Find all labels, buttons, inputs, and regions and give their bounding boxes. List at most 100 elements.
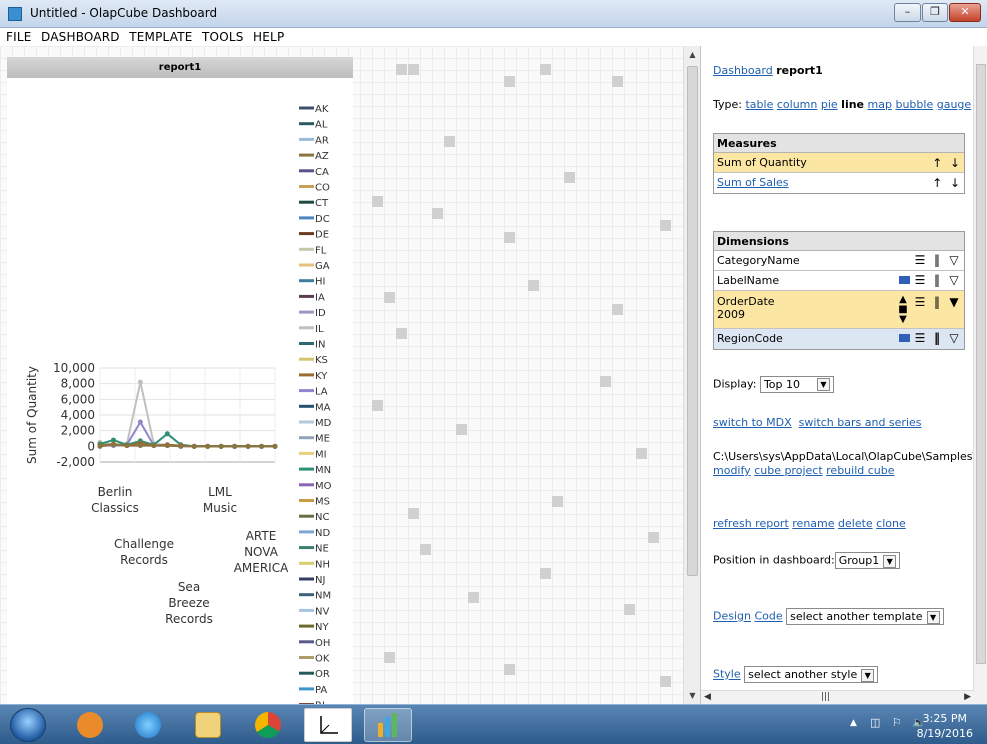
- dimension-row[interactable]: OrderDate 2009 ▲ ■ ▼ ☰ ‖ ▼: [714, 291, 964, 329]
- data-point: [191, 443, 197, 449]
- action-center-icon[interactable]: ⚐: [892, 716, 902, 729]
- menu-file[interactable]: FILE: [6, 28, 32, 46]
- columns-icon[interactable]: ‖: [930, 295, 944, 309]
- move-down-icon[interactable]: ↓: [950, 176, 960, 190]
- position-setting: Position in dashboard: Group1 ▼: [713, 552, 901, 569]
- scroll-up-icon[interactable]: ▲: [684, 46, 701, 63]
- axis-app-icon[interactable]: [304, 708, 352, 742]
- chevron-down-icon[interactable]: ▼: [816, 378, 830, 391]
- rename-link[interactable]: rename: [792, 517, 834, 530]
- template-select[interactable]: select another template ▼: [786, 608, 944, 625]
- data-point: [218, 443, 224, 449]
- scroll-right-icon[interactable]: ▶: [964, 692, 971, 702]
- dimension-row[interactable]: LabelName ☰ ‖ ▽: [714, 271, 964, 291]
- rows-icon[interactable]: ☰: [913, 331, 927, 345]
- spin-icon[interactable]: ▲ ■ ▼: [896, 295, 910, 325]
- report-title[interactable]: report1: [7, 57, 353, 78]
- chart-type-bubble[interactable]: bubble: [895, 98, 933, 111]
- clock[interactable]: 3:25 PM 8/19/2016: [917, 711, 973, 741]
- menu-help[interactable]: HELP: [253, 28, 284, 46]
- chart-type-line[interactable]: line: [841, 98, 864, 111]
- code-link[interactable]: Code: [754, 610, 782, 623]
- chevron-down-icon[interactable]: ▼: [926, 610, 940, 624]
- canvas-grid-cell: [408, 508, 419, 519]
- chart-type-column[interactable]: column: [777, 98, 818, 111]
- dimension-row[interactable]: CategoryName ☰ ‖ ▽: [714, 251, 964, 271]
- close-button[interactable]: ✕: [949, 3, 981, 22]
- scroll-thumb[interactable]: [976, 64, 986, 664]
- columns-icon[interactable]: ‖: [930, 331, 944, 345]
- move-up-icon[interactable]: ↑: [932, 176, 942, 190]
- move-down-icon[interactable]: ↓: [950, 156, 960, 170]
- chart-type-gauge[interactable]: gauge: [937, 98, 971, 111]
- media-player-icon[interactable]: [66, 708, 114, 742]
- modify-link[interactable]: modify: [713, 464, 751, 477]
- measure-row[interactable]: Sum of Sales ↑ ↓: [714, 173, 964, 193]
- delete-link[interactable]: delete: [838, 517, 873, 530]
- filter-icon[interactable]: ▽: [947, 331, 961, 345]
- menu-template[interactable]: TEMPLATE: [129, 28, 192, 46]
- scroll-down-icon[interactable]: ▼: [684, 687, 701, 704]
- measures-title: Measures: [714, 134, 964, 153]
- switch-bars-link[interactable]: switch bars and series: [799, 416, 922, 429]
- measure-row[interactable]: Sum of Quantity ↑ ↓: [714, 153, 964, 173]
- design-link[interactable]: Design: [713, 610, 751, 623]
- columns-icon[interactable]: ‖: [930, 253, 944, 267]
- chart-type-selector: Type: table column pie line map bubble g…: [713, 98, 971, 111]
- filter-icon[interactable]: ▽: [947, 273, 961, 287]
- display-label: Display:: [713, 377, 757, 391]
- scroll-grip-icon[interactable]: |||: [821, 692, 830, 702]
- chart-type-map[interactable]: map: [868, 98, 892, 111]
- chevron-down-icon[interactable]: ▼: [861, 668, 875, 682]
- switch-mdx-link[interactable]: switch to MDX: [713, 416, 792, 429]
- data-point: [178, 443, 184, 449]
- dimension-row[interactable]: RegionCode ☰ ‖ ▽: [714, 329, 964, 349]
- canvas-grid-cell: [564, 172, 575, 183]
- chart-type-table[interactable]: table: [745, 98, 773, 111]
- properties-horizontal-scrollbar[interactable]: ◀ ||| ▶: [701, 690, 974, 704]
- network-icon[interactable]: ◫: [870, 716, 880, 729]
- maximize-button[interactable]: ❐: [922, 3, 948, 22]
- chevron-down-icon[interactable]: ▼: [883, 554, 897, 568]
- canvas-vertical-scrollbar[interactable]: ▲ ▼: [683, 46, 700, 704]
- menu-tools[interactable]: TOOLS: [202, 28, 244, 46]
- canvas-grid-cell: [396, 64, 407, 75]
- internet-explorer-icon[interactable]: [124, 708, 172, 742]
- x-category-label: LML: [208, 485, 232, 499]
- filter-icon[interactable]: ▽: [947, 253, 961, 267]
- move-up-icon[interactable]: ↑: [932, 156, 942, 170]
- dimension-value: 2009: [717, 308, 745, 321]
- cube-project-link[interactable]: cube project: [754, 464, 822, 477]
- measure-label[interactable]: Sum of Sales: [717, 176, 789, 189]
- rows-icon[interactable]: ☰: [913, 273, 927, 287]
- style-select[interactable]: select another style ▼: [744, 666, 879, 683]
- chart-type-pie[interactable]: pie: [821, 98, 838, 111]
- file-explorer-icon[interactable]: [184, 708, 232, 742]
- dashboard-link[interactable]: Dashboard: [713, 64, 773, 77]
- olapcube-taskbar-button[interactable]: [364, 708, 412, 742]
- chrome-icon[interactable]: [244, 708, 292, 742]
- clone-link[interactable]: clone: [876, 517, 906, 530]
- display-select[interactable]: Top 10 ▼: [759, 376, 834, 393]
- properties-vertical-scrollbar[interactable]: [973, 46, 987, 704]
- rows-icon[interactable]: ☰: [913, 253, 927, 267]
- columns-icon[interactable]: ‖: [930, 273, 944, 287]
- rebuild-cube-link[interactable]: rebuild cube: [826, 464, 894, 477]
- filter-icon[interactable]: ▼: [947, 295, 961, 309]
- refresh-report-link[interactable]: refresh report: [713, 517, 789, 530]
- dashboard-canvas[interactable]: report1 10,000 8,000 6,000 4,000 2,000 0 -2,00…: [0, 46, 683, 704]
- legend-label: OK: [315, 654, 330, 665]
- scroll-thumb[interactable]: [687, 66, 698, 576]
- minimize-button[interactable]: –: [894, 3, 921, 22]
- start-button[interactable]: [10, 708, 46, 742]
- position-select[interactable]: Group1 ▼: [834, 552, 901, 569]
- scroll-left-icon[interactable]: ◀: [704, 692, 711, 702]
- dimensions-box: Dimensions CategoryName ☰ ‖ ▽ LabelName …: [713, 231, 965, 350]
- rows-icon[interactable]: ☰: [913, 295, 927, 309]
- report-panel[interactable]: report1 10,000 8,000 6,000 4,000 2,000 0 -2,00…: [7, 57, 353, 704]
- show-hidden-icons-icon[interactable]: ▲: [850, 718, 857, 728]
- menu-dashboard[interactable]: DASHBOARD: [41, 28, 120, 46]
- style-link[interactable]: Style: [713, 668, 741, 681]
- x-category-label: Berlin: [98, 485, 133, 499]
- menu-bar: FILE DASHBOARD TEMPLATE TOOLS HELP: [0, 28, 987, 46]
